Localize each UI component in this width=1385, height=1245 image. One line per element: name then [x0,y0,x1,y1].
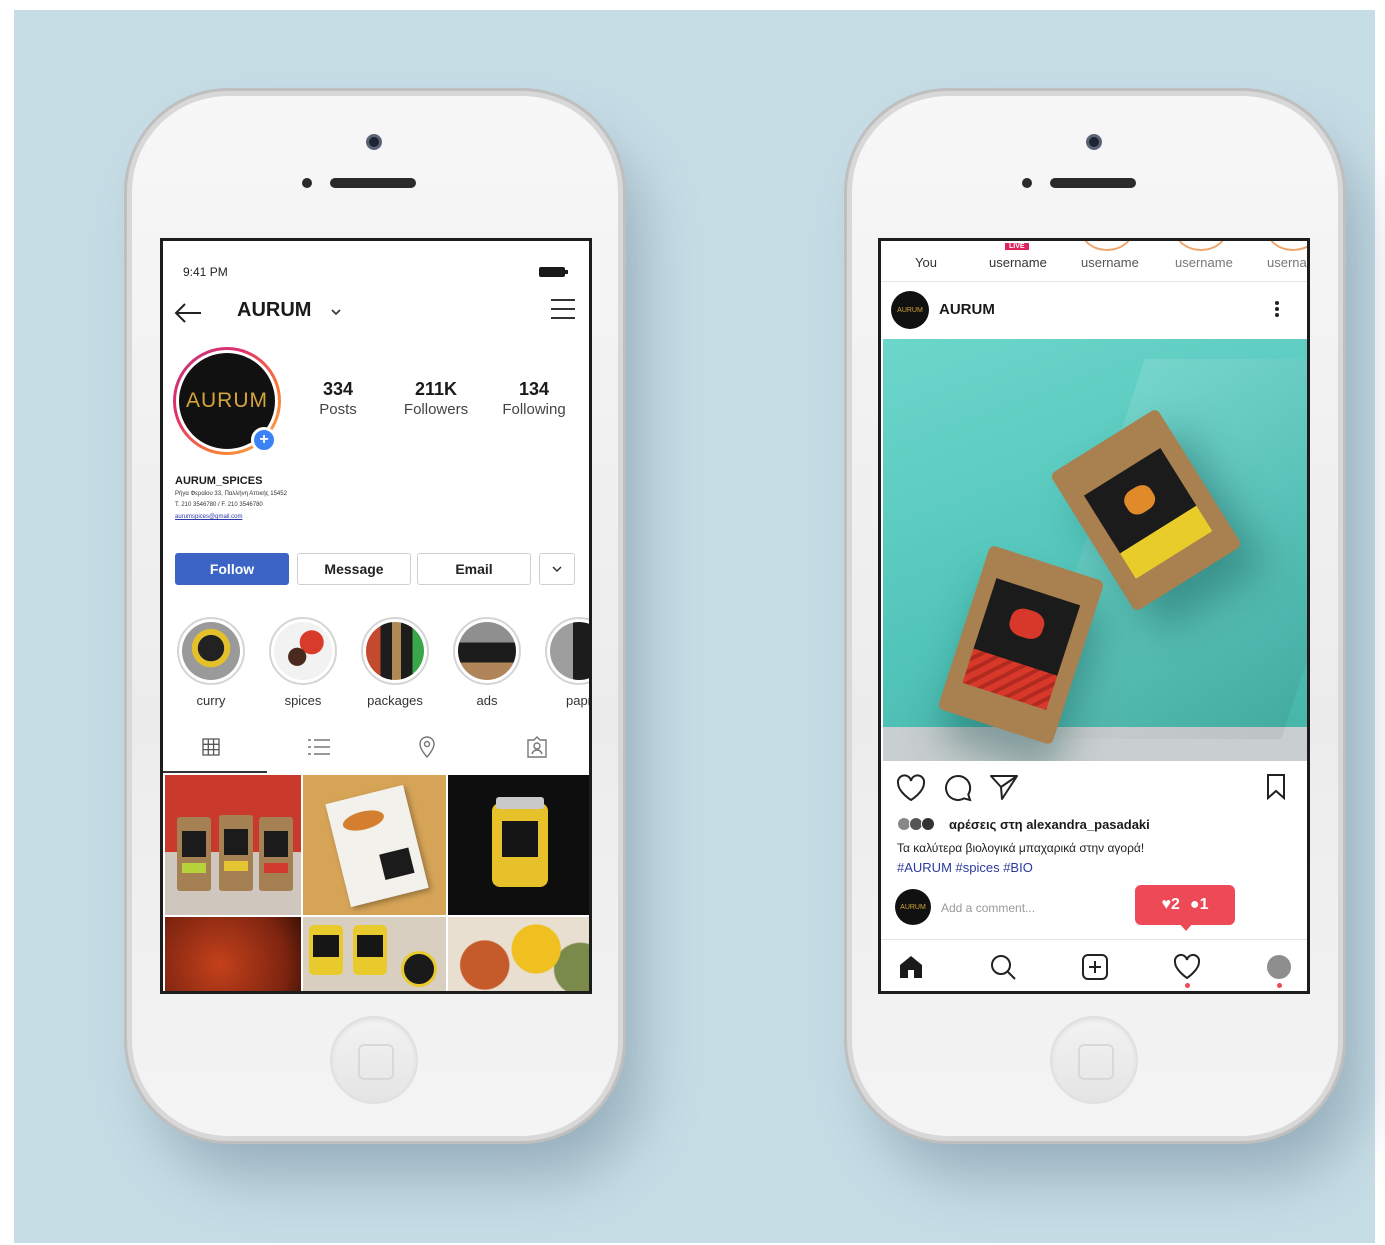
avatar-logo-text: AURUM [186,389,268,412]
highlight-label: curry [196,693,226,708]
story-ring-cutoff [1081,241,1133,251]
notification-likes: 2 [1171,896,1180,913]
post-thumbnail[interactable] [448,775,589,915]
bio-name: AURUM_SPICES [175,475,263,487]
story-label[interactable]: username [1081,255,1139,270]
comment-icon: ●1 [1189,896,1209,913]
story-label[interactable]: username [1175,255,1233,270]
active-tab-indicator [163,771,267,773]
story-label[interactable]: You [915,255,937,270]
following-count[interactable]: 134 [489,379,579,400]
battery-icon [539,267,565,277]
post-author[interactable]: AURUM [939,301,995,318]
post-caption: Τα καλύτερα βιολογικά μπαχαρικά στην αγο… [897,841,1145,855]
highlight-spices[interactable] [269,617,337,685]
bookmark-icon[interactable] [1265,773,1287,801]
sensor-dot [1022,178,1032,188]
follow-button[interactable]: Follow [175,553,289,585]
tagged-icon[interactable] [525,735,549,759]
notification-pointer [1179,923,1193,931]
highlight-ads[interactable] [453,617,521,685]
post-thumbnail[interactable] [165,775,301,915]
followers-label: Followers [403,401,469,418]
comment-icon[interactable] [943,773,973,803]
story-ring-cutoff [1267,241,1307,251]
divider [881,281,1307,282]
posts-label: Posts [319,401,357,418]
highlight-papr[interactable] [545,617,589,685]
author-avatar[interactable]: AURUM [891,291,929,329]
activity-notification[interactable]: ♥2 ●1 [1135,885,1235,925]
post-image[interactable] [883,339,1307,761]
highlight-curry[interactable] [177,617,245,685]
front-camera [1086,134,1102,150]
bio-address: Ρήγα Φεραίου 33, Παλλήνη Αττικής 15452 [175,491,287,497]
story-ring-cutoff [1175,241,1227,251]
chevron-down-icon [552,566,562,573]
post-thumbnail[interactable] [303,775,446,915]
home-button[interactable] [1050,1016,1138,1104]
divider [881,939,1307,940]
profile-screen: 9:41 PM AURUM AURUM + 334 Posts 211K Fol… [160,238,592,994]
grid-icon[interactable] [201,737,221,757]
message-button[interactable]: Message [297,553,411,585]
home-button[interactable] [330,1016,418,1104]
activity-icon[interactable] [1173,953,1201,981]
email-button[interactable]: Email [417,553,531,585]
liked-by-text[interactable]: αρέσεις στη alexandra_pasadaki [949,817,1150,832]
more-icon[interactable] [1273,299,1281,319]
list-icon[interactable] [307,737,331,757]
back-arrow-icon[interactable] [173,301,203,325]
home-icon[interactable] [897,953,925,981]
chevron-down-icon[interactable] [329,305,343,319]
bio-email-link[interactable]: aurumspices@gmail.com [175,514,242,520]
status-time: 9:41 PM [183,265,228,279]
earpiece-speaker [1050,178,1136,188]
profile-username[interactable]: AURUM [237,299,311,322]
feed-screen: LIVE You username username username user… [878,238,1310,994]
highlight-label: spices [284,693,322,708]
notification-comments: 1 [1199,896,1209,913]
heart-icon[interactable] [895,773,927,803]
story-label[interactable]: userna [1267,255,1307,270]
post-thumbnail[interactable] [448,917,589,991]
following-label: Following [502,401,566,418]
location-icon[interactable] [417,735,437,759]
earpiece-speaker [330,178,416,188]
bio-phone: T. 210 3546780 / F. 210 3546780 [175,502,263,508]
post-hashtags[interactable]: #AURUM #spices #BIO [897,860,1033,875]
story-label[interactable]: username [989,255,1047,270]
posts-count[interactable]: 334 [293,379,383,400]
profile-dot [1277,983,1282,988]
post-thumbnail[interactable] [303,917,446,991]
highlight-label: packages [367,693,423,708]
heart-icon: ♥2 [1161,896,1180,913]
activity-dot [1185,983,1190,988]
suggested-dropdown-button[interactable] [539,553,575,585]
comment-avatar: AURUM [895,889,931,925]
sensor-dot [302,178,312,188]
followers-count[interactable]: 211K [391,379,481,400]
liked-by-avatars [897,817,941,831]
live-badge: LIVE [1005,243,1029,250]
new-post-icon[interactable] [1081,953,1109,981]
highlight-label: papr [565,693,592,708]
battery-tip [565,270,568,274]
profile-icon[interactable] [1267,955,1291,979]
comment-input[interactable]: Add a comment... [941,901,1035,915]
highlight-packages[interactable] [361,617,429,685]
menu-icon[interactable] [549,297,577,321]
front-camera [366,134,382,150]
highlight-label: ads [476,693,498,708]
search-icon[interactable] [989,953,1017,981]
post-thumbnail[interactable] [165,917,301,991]
add-icon[interactable]: + [251,427,277,453]
share-icon[interactable] [989,773,1019,801]
